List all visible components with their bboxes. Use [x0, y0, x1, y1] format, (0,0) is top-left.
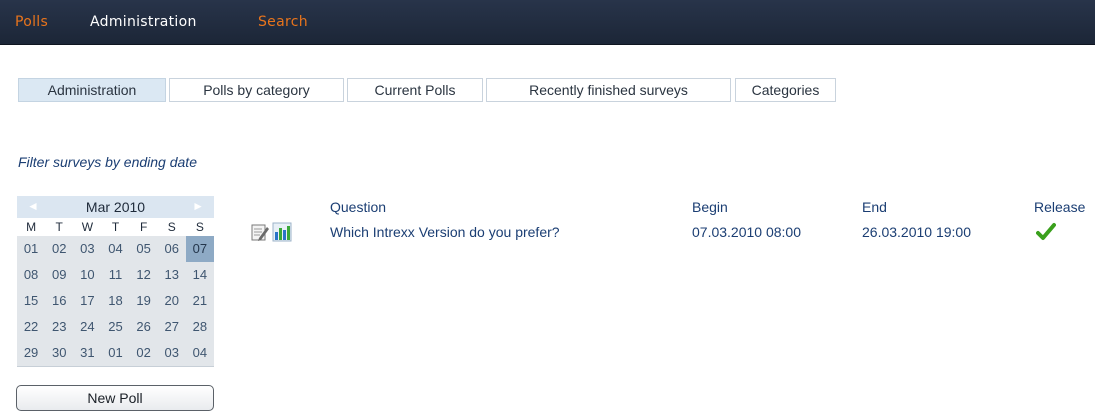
tab-label: Administration [47, 82, 137, 98]
calendar-day[interactable]: 22 [17, 314, 45, 340]
tab-current-polls[interactable]: Current Polls [347, 78, 483, 102]
weekday-label: T [111, 220, 120, 234]
next-month-icon[interactable]: ► [192, 199, 204, 213]
calendar-header: ◄ Mar 2010 ► [17, 196, 214, 218]
calendar-day[interactable]: 03 [158, 340, 186, 366]
calendar-weekday-row: M T W T F S S [17, 218, 214, 236]
calendar-day[interactable]: 09 [45, 262, 73, 288]
weekday-label: M [26, 220, 37, 234]
column-header-begin[interactable]: Begin [692, 199, 728, 215]
calendar-day[interactable]: 01 [101, 340, 129, 366]
tab-label: Categories [751, 82, 820, 98]
tab-categories[interactable]: Categories [735, 78, 836, 102]
calendar-day[interactable]: 30 [45, 340, 73, 366]
weekday-label: W [81, 220, 94, 234]
weekday-label: S [167, 220, 176, 234]
calendar-day[interactable]: 04 [186, 340, 214, 366]
calendar-day[interactable]: 04 [101, 236, 129, 262]
calendar-day[interactable]: 29 [17, 340, 45, 366]
weekday-label: T [55, 220, 63, 234]
new-poll-button[interactable]: New Poll [16, 385, 214, 411]
tab-administration[interactable]: Administration [18, 78, 166, 102]
top-navigation-bar: Polls Administration Search [0, 0, 1095, 45]
calendar-day[interactable]: 07 [185, 236, 214, 262]
tab-label: Recently finished surveys [529, 82, 688, 98]
tab-label: Polls by category [203, 82, 310, 98]
calendar-day[interactable]: 06 [158, 236, 186, 262]
column-header-end[interactable]: End [862, 199, 887, 215]
released-check-icon [1036, 223, 1056, 240]
nav-administration[interactable]: Administration [90, 14, 197, 30]
calendar-day[interactable]: 27 [158, 314, 186, 340]
calendar-day[interactable]: 23 [45, 314, 73, 340]
calendar-day[interactable]: 26 [130, 314, 158, 340]
calendar-day[interactable]: 11 [101, 262, 129, 288]
calendar-day[interactable]: 25 [101, 314, 129, 340]
calendar-week-row: 08 09 10 11 12 13 14 [17, 262, 214, 288]
nav-search[interactable]: Search [258, 14, 308, 30]
calendar-day[interactable]: 10 [73, 262, 101, 288]
calendar-day[interactable]: 16 [45, 288, 73, 314]
edit-icon[interactable] [250, 222, 270, 242]
weekday-label: S [195, 220, 204, 234]
calendar-days: 01 02 03 04 05 06 07 08 09 10 11 12 13 14 15 16 17 18 19 20… [17, 236, 214, 367]
calendar-day[interactable]: 02 [45, 236, 73, 262]
begin-date: 07.03.2010 08:00 [692, 224, 801, 240]
tab-label: Current Polls [374, 82, 456, 98]
calendar-day[interactable]: 17 [73, 288, 101, 314]
weekday-label: F [139, 220, 148, 234]
column-header-released[interactable]: Release [1034, 199, 1085, 215]
calendar-day[interactable]: 21 [186, 288, 214, 314]
nav-polls[interactable]: Polls [15, 14, 48, 30]
calendar-day[interactable]: 05 [130, 236, 158, 262]
calendar-day[interactable]: 02 [130, 340, 158, 366]
calendar-week-row: 15 16 17 18 19 20 21 [17, 288, 214, 314]
calendar-day[interactable]: 13 [158, 262, 186, 288]
results-chart-icon[interactable] [272, 222, 292, 242]
column-header-question[interactable]: Question [330, 199, 386, 215]
tab-polls-by-category[interactable]: Polls by category [169, 78, 344, 102]
calendar-week-row: 22 23 24 25 26 27 28 [17, 314, 214, 340]
calendar-day[interactable]: 20 [158, 288, 186, 314]
end-date: 26.03.2010 19:00 [862, 224, 971, 240]
calendar-day[interactable]: 28 [186, 314, 214, 340]
calendar-week-row: 29 30 31 01 02 03 04 [17, 340, 214, 366]
calendar-day[interactable]: 14 [186, 262, 214, 288]
calendar-day[interactable]: 03 [73, 236, 101, 262]
calendar-month-label: Mar 2010 [85, 199, 146, 215]
calendar-week-row: 01 02 03 04 05 06 07 [17, 236, 214, 262]
date-picker-calendar: ◄ Mar 2010 ► M T W T F S S 01 02 03 04 05 06 0… [17, 196, 214, 367]
calendar-day[interactable]: 15 [17, 288, 45, 314]
calendar-day[interactable]: 31 [73, 340, 101, 366]
calendar-day[interactable]: 12 [130, 262, 158, 288]
calendar-day[interactable]: 01 [17, 236, 45, 262]
calendar-day[interactable]: 18 [101, 288, 129, 314]
calendar-day[interactable]: 19 [130, 288, 158, 314]
tab-recently-finished-surveys[interactable]: Recently finished surveys [486, 78, 731, 102]
filter-heading: Filter surveys by ending date [18, 154, 197, 170]
calendar-day[interactable]: 08 [17, 262, 45, 288]
question-link[interactable]: Which Intrexx Version do you prefer? [330, 224, 560, 240]
calendar-day[interactable]: 24 [73, 314, 101, 340]
